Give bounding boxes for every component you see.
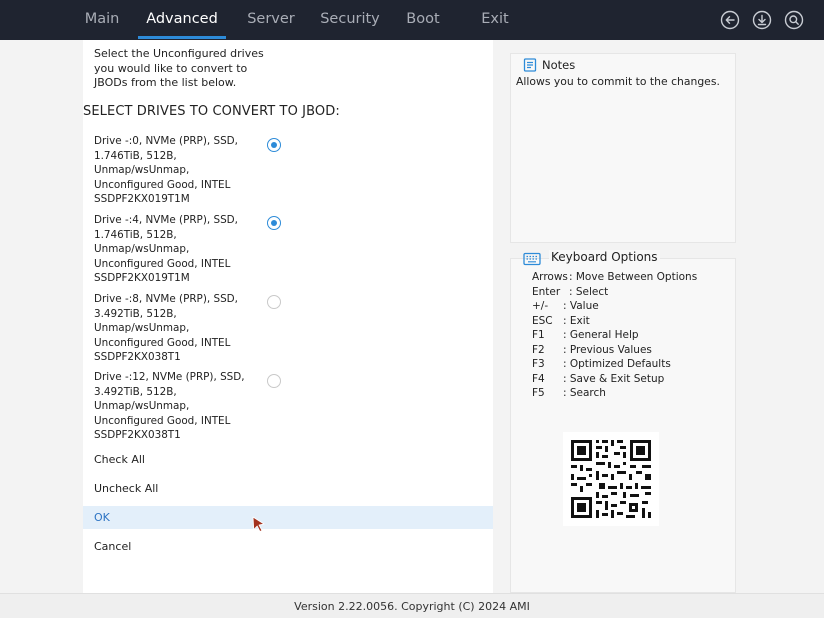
drive-line: Unconfigured Good, INTEL xyxy=(94,257,231,270)
drive-line: Unconfigured Good, INTEL xyxy=(94,414,231,427)
drive-line: SSDPF2KX038T1 xyxy=(94,429,181,441)
key-desc: : Save & Exit Setup xyxy=(563,372,665,385)
drive-line: Unconfigured Good, INTEL xyxy=(94,336,231,349)
check-all-button[interactable]: Check All xyxy=(83,448,493,471)
keyboard-row: F4 : Save & Exit Setup xyxy=(532,372,664,386)
qr-code xyxy=(563,432,659,526)
drive-line: Drive -:12, NVMe (PRP), SSD, xyxy=(94,371,245,383)
tab-exit[interactable]: Exit xyxy=(474,0,516,40)
key-name: +/- xyxy=(532,300,549,312)
download-icon[interactable] xyxy=(752,10,772,30)
key-desc: : Optimized Defaults xyxy=(563,358,671,370)
tab-server[interactable]: Server xyxy=(240,0,302,40)
drive-4-radio[interactable] xyxy=(267,216,281,230)
intro-line: you would like to convert to xyxy=(94,61,248,75)
key-name: ESC xyxy=(532,314,553,327)
mouse-cursor-icon xyxy=(252,516,265,532)
keyboard-options-title: Keyboard Options xyxy=(549,250,660,264)
key-desc: : General Help xyxy=(563,329,639,341)
drive-0-radio[interactable] xyxy=(267,138,281,152)
drive-line: Unmap/wsUnmap, xyxy=(94,243,190,255)
footer-version: Version 2.22.0056. Copyright (C) 2024 AM… xyxy=(0,593,824,618)
key-desc: : Search xyxy=(563,387,606,399)
key-name: Enter xyxy=(532,285,561,298)
tab-advanced[interactable]: Advanced xyxy=(138,0,226,40)
key-desc: : Exit xyxy=(563,314,590,327)
search-icon[interactable] xyxy=(784,10,804,30)
keyboard-icon xyxy=(523,252,541,266)
top-nav-bar: Main Advanced Server Security Boot Exit xyxy=(0,0,824,40)
drive-line: 3.492TiB, 512B, xyxy=(94,307,177,320)
notes-title: Notes xyxy=(542,58,576,72)
drive-line: SSDPF2KX019T1M xyxy=(94,272,190,284)
keyboard-row: F3 : Optimized Defaults xyxy=(532,357,671,371)
keyboard-row: ESC : Exit xyxy=(532,314,590,328)
key-name: F5 xyxy=(532,387,545,399)
drive-line: Drive -:8, NVMe (PRP), SSD, xyxy=(94,293,238,305)
drive-line: 1.746TiB, 512B, xyxy=(94,228,177,241)
keyboard-row: Enter : Select xyxy=(532,285,608,299)
drive-line: Unconfigured Good, INTEL xyxy=(94,178,231,191)
key-desc: : Select xyxy=(569,285,609,298)
key-name: F2 xyxy=(532,343,545,356)
keyboard-options-panel: Keyboard Options Arrows: Move Between Op… xyxy=(510,250,736,593)
drive-line: SSDPF2KX038T1 xyxy=(94,351,181,363)
intro-line: Select the Unconfigured drives xyxy=(94,47,264,60)
keyboard-row: F1 : General Help xyxy=(532,328,639,342)
main-panel: Select the Unconfigured drives you would… xyxy=(83,40,493,593)
key-name: F1 xyxy=(532,329,545,341)
keyboard-row: +/- : Value xyxy=(532,299,599,313)
drive-line: 1.746TiB, 512B, xyxy=(94,149,177,162)
drive-item-8[interactable]: Drive -:8, NVMe (PRP), SSD, 3.492TiB, 51… xyxy=(94,292,274,365)
keyboard-row: Arrows: Move Between Options xyxy=(532,270,697,284)
tab-boot[interactable]: Boot xyxy=(398,0,448,40)
tab-main[interactable]: Main xyxy=(78,0,126,40)
drive-line: Drive -:4, NVMe (PRP), SSD, xyxy=(94,214,238,226)
keyboard-row: F5 : Search xyxy=(532,386,606,400)
notes-text: Allows you to commit to the changes. xyxy=(516,75,720,88)
section-heading: SELECT DRIVES TO CONVERT TO JBOD: xyxy=(83,104,340,119)
key-name: F4 xyxy=(532,372,545,385)
key-desc: : Value xyxy=(563,300,599,312)
drive-item-4[interactable]: Drive -:4, NVMe (PRP), SSD, 1.746TiB, 51… xyxy=(94,213,274,286)
notes-icon xyxy=(523,58,537,72)
drive-line: SSDPF2KX019T1M xyxy=(94,193,190,205)
drive-line: 3.492TiB, 512B, xyxy=(94,385,177,398)
intro-line: JBODs from the list below. xyxy=(94,76,237,89)
drive-item-12[interactable]: Drive -:12, NVMe (PRP), SSD, 3.492TiB, 5… xyxy=(94,370,274,443)
tab-security[interactable]: Security xyxy=(316,0,384,40)
drive-line: Drive -:0, NVMe (PRP), SSD, xyxy=(94,135,238,147)
back-icon[interactable] xyxy=(720,10,740,30)
keyboard-row: F2 : Previous Values xyxy=(532,343,652,357)
cancel-button[interactable]: Cancel xyxy=(83,535,493,558)
key-name: F3 xyxy=(532,358,545,370)
drive-line: Unmap/wsUnmap, xyxy=(94,322,190,334)
key-name: Arrows xyxy=(532,271,568,283)
intro-text: Select the Unconfigured drives you would… xyxy=(94,47,294,91)
key-desc: : Move Between Options xyxy=(569,271,698,283)
drive-line: Unmap/wsUnmap, xyxy=(94,400,190,412)
ok-button[interactable]: OK xyxy=(83,506,493,529)
drive-12-radio[interactable] xyxy=(267,374,281,388)
notes-panel: Notes Allows you to commit to the change… xyxy=(510,53,736,243)
drive-line: Unmap/wsUnmap, xyxy=(94,164,190,176)
uncheck-all-button[interactable]: Uncheck All xyxy=(83,477,493,500)
drive-item-0[interactable]: Drive -:0, NVMe (PRP), SSD, 1.746TiB, 51… xyxy=(94,134,274,207)
drive-8-radio[interactable] xyxy=(267,295,281,309)
key-desc: : Previous Values xyxy=(563,343,652,356)
